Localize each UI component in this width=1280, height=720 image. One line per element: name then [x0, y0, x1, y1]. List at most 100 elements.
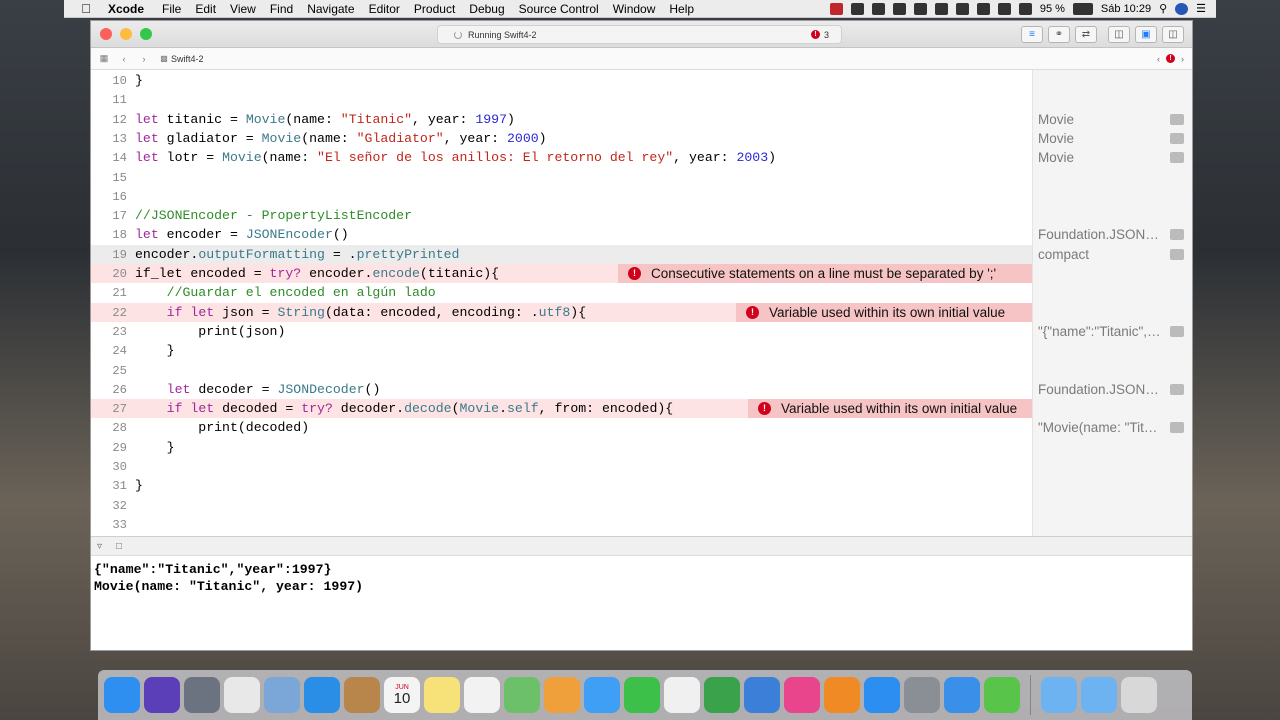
issue-prev-icon[interactable]: ‹ — [1157, 54, 1160, 64]
app-menu[interactable]: Xcode — [108, 2, 144, 16]
downloads-icon[interactable] — [1081, 677, 1117, 713]
quick-look-icon[interactable] — [1170, 113, 1184, 125]
code-editor[interactable]: 10} 11 12 let titanic = Movie(name: "Titani… — [91, 70, 1032, 536]
sync-icon[interactable] — [871, 2, 885, 15]
quick-look-icon[interactable] — [1170, 383, 1184, 395]
appstore-icon[interactable] — [864, 677, 900, 713]
preview-icon[interactable] — [264, 677, 300, 713]
textedit-icon[interactable] — [664, 677, 700, 713]
ibooks-icon[interactable] — [824, 677, 860, 713]
menu-file[interactable]: File — [162, 2, 181, 16]
recording-icon[interactable] — [829, 2, 843, 15]
error-bubble[interactable]: ! Consecutive statements on a line must b… — [618, 264, 1032, 283]
code-line[interactable]: 12 let titanic = Movie(name: "Titanic", y… — [91, 110, 1032, 129]
navigator-toggle-icon[interactable]: ◫ — [1108, 26, 1130, 43]
code-line[interactable]: 28 print(decoded) — [91, 418, 1032, 437]
code-line[interactable]: 16 — [91, 187, 1032, 206]
result-item[interactable]: "Movie(name: "Titanic", year: 1997)\n" — [1038, 418, 1188, 437]
forward-arrow-icon[interactable]: › — [137, 54, 151, 64]
menu-edit[interactable]: Edit — [195, 2, 216, 16]
contacts-icon[interactable] — [344, 677, 380, 713]
back-arrow-icon[interactable]: ‹ — [117, 54, 131, 64]
stop-icon[interactable]: □ — [116, 541, 122, 552]
apple-menu-icon[interactable]:  — [64, 1, 108, 16]
calendar-icon[interactable]: JUN 10 — [384, 677, 420, 713]
reminders-icon[interactable] — [464, 677, 500, 713]
code-line[interactable]: 33 — [91, 515, 1032, 534]
code-line[interactable]: 11 — [91, 90, 1032, 109]
folder-icon[interactable] — [1041, 677, 1077, 713]
issue-icon[interactable]: ! — [1166, 54, 1175, 63]
dashboard-icon[interactable] — [224, 677, 260, 713]
keynote-icon[interactable] — [744, 677, 780, 713]
screenshot-icon[interactable] — [955, 2, 969, 15]
menu-navigate[interactable]: Navigate — [307, 2, 354, 16]
volume-icon[interactable] — [1018, 2, 1032, 15]
quick-look-icon[interactable] — [1170, 325, 1184, 337]
code-line[interactable]: 20 if_let encoded = try? encoder.encode(t… — [91, 264, 1032, 284]
dropbox-icon[interactable] — [850, 2, 864, 15]
finder-icon[interactable] — [104, 677, 140, 713]
code-line[interactable]: 32 — [91, 496, 1032, 515]
code-line[interactable]: 24 } — [91, 341, 1032, 360]
clock[interactable]: Sáb 10:29 — [1101, 3, 1151, 15]
error-bubble[interactable]: ! Variable used within its own initial va… — [748, 399, 1032, 419]
notes-icon[interactable] — [424, 677, 460, 713]
battery-icon[interactable] — [1072, 2, 1093, 15]
menu-help[interactable]: Help — [669, 2, 694, 16]
menu-find[interactable]: Find — [270, 2, 293, 16]
terminal-icon[interactable] — [984, 677, 1020, 713]
result-item[interactable]: compact — [1038, 245, 1188, 264]
code-line[interactable]: 31} — [91, 476, 1032, 495]
quick-look-icon[interactable] — [1170, 132, 1184, 144]
menu-product[interactable]: Product — [414, 2, 455, 16]
add-icon[interactable] — [934, 2, 948, 15]
text-input-icon[interactable] — [913, 2, 927, 15]
quick-look-icon[interactable] — [1170, 248, 1184, 260]
menu-debug[interactable]: Debug — [469, 2, 504, 16]
close-button[interactable] — [100, 28, 112, 40]
display-icon[interactable] — [892, 2, 906, 15]
result-item[interactable]: Movie — [1038, 129, 1188, 148]
code-line[interactable]: 21 //Guardar el encoded en algún lado — [91, 283, 1032, 302]
wifi-icon[interactable] — [976, 2, 990, 15]
itunes-icon[interactable] — [784, 677, 820, 713]
xcode-icon[interactable] — [944, 677, 980, 713]
quick-look-icon[interactable] — [1170, 229, 1184, 241]
spotlight-icon[interactable]: ⚲ — [1159, 2, 1167, 15]
menu-view[interactable]: View — [230, 2, 256, 16]
trash-icon[interactable] — [1121, 677, 1157, 713]
code-line[interactable]: 10} — [91, 71, 1032, 90]
debug-area-toggle-icon[interactable]: ▣ — [1135, 26, 1157, 43]
result-item[interactable]: "{"name":"Titanic","year":1997}\n" — [1038, 322, 1188, 341]
quick-look-icon[interactable] — [1170, 422, 1184, 434]
result-item[interactable]: Foundation.JSONEncoder — [1038, 225, 1188, 244]
related-items-icon[interactable]: ▦ — [97, 53, 111, 64]
code-line[interactable]: 14 let lotr = Movie(name: "El señor de lo… — [91, 148, 1032, 167]
numbers-icon[interactable] — [704, 677, 740, 713]
code-line[interactable]: 19 encoder.outputFormatting = .prettyPrin… — [91, 244, 1032, 264]
assistant-editor-icon[interactable]: ⚭ — [1048, 26, 1070, 43]
menu-window[interactable]: Window — [613, 2, 656, 16]
code-line[interactable]: 15 — [91, 168, 1032, 187]
photos-icon[interactable] — [544, 677, 580, 713]
facetime-icon[interactable] — [624, 677, 660, 713]
menu-source-control[interactable]: Source Control — [519, 2, 599, 16]
code-line[interactable]: 26 let decoder = JSONDecoder() — [91, 380, 1032, 399]
safari-icon[interactable] — [304, 677, 340, 713]
breadcrumb[interactable]: Swift4-2 — [171, 54, 204, 64]
hide-debug-area-icon[interactable]: ▿ — [97, 541, 102, 552]
standard-editor-icon[interactable]: ≡ — [1021, 26, 1043, 43]
system-preferences-icon[interactable] — [904, 677, 940, 713]
utilities-toggle-icon[interactable]: ◫ — [1162, 26, 1184, 43]
code-line[interactable]: 29 } — [91, 438, 1032, 457]
launchpad-icon[interactable] — [184, 677, 220, 713]
code-line[interactable]: 22 if let json = String(data: encoded, e… — [91, 302, 1032, 322]
console-output[interactable]: {"name":"Titanic","year":1997} Movie(name… — [91, 556, 1192, 650]
messages-icon[interactable] — [584, 677, 620, 713]
issue-next-icon[interactable]: › — [1181, 54, 1184, 64]
maps-icon[interactable] — [504, 677, 540, 713]
notification-center-icon[interactable]: ☰ — [1196, 2, 1206, 15]
error-indicator[interactable]: ! 3 — [810, 30, 829, 40]
code-line[interactable]: 23 print(json) — [91, 322, 1032, 341]
